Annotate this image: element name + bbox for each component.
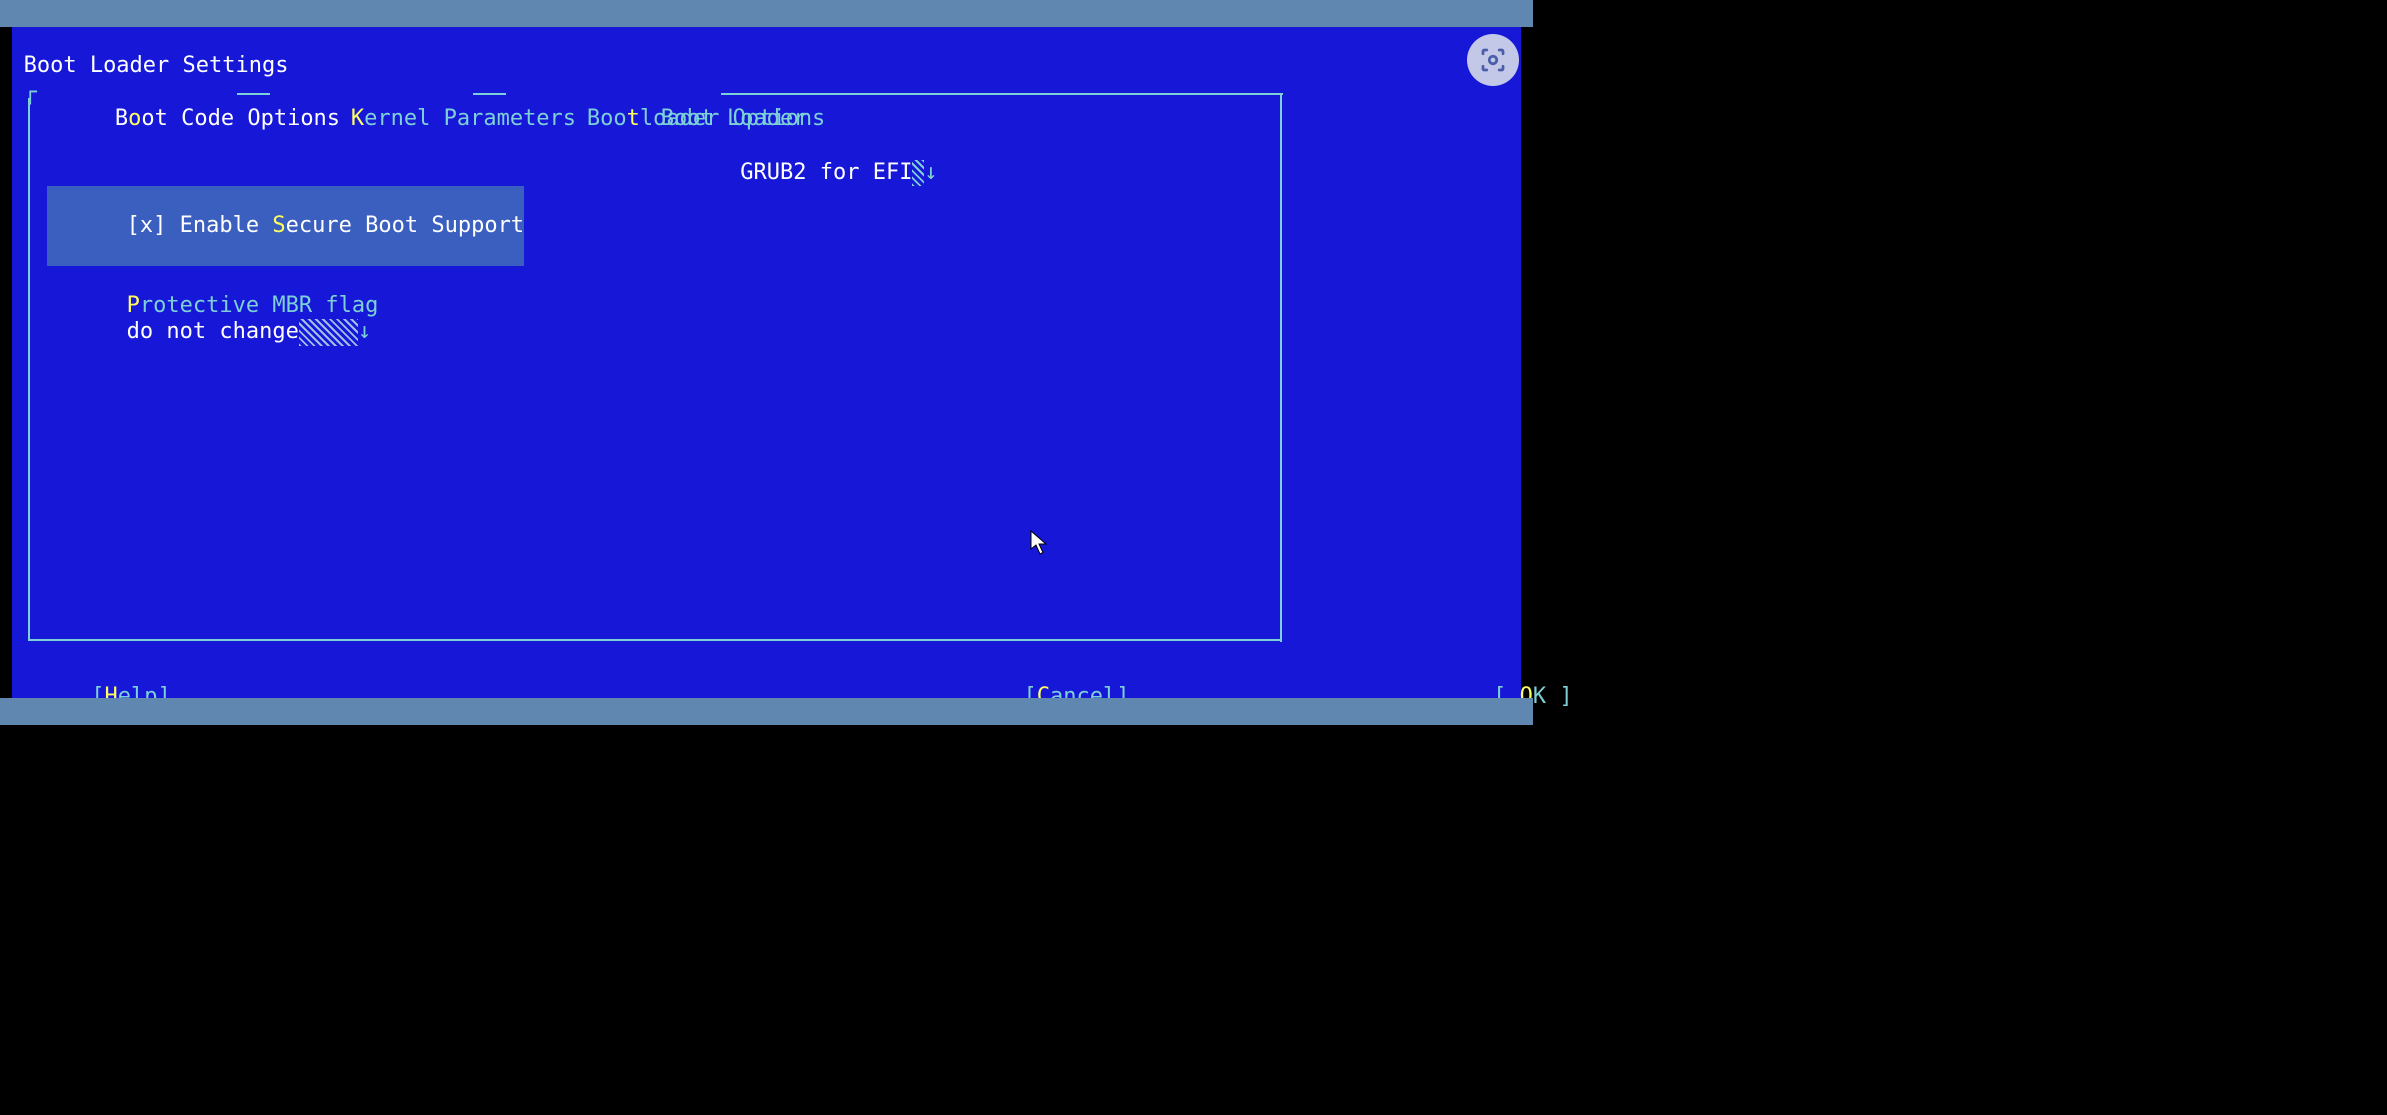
chevron-down-icon: ↓ [924, 160, 937, 185]
frame-right [1280, 94, 1282, 642]
chevron-down-icon: ↓ [358, 319, 371, 344]
fnlabel-ok: OK [358, 725, 385, 750]
screenshot-icon[interactable] [1467, 34, 1519, 86]
window-titlebar: YaST2 - bootloader @ susereprosecure [0, 0, 1533, 27]
fnlabel-cancel: Cancel [211, 725, 290, 750]
frame-left [28, 98, 30, 641]
main-panel: Boot Loader Settings ┌ Boot Code Options… [12, 27, 1521, 699]
frame-bottom [28, 639, 1282, 641]
terminal-screen: YaST2 - bootloader @ susereprosecure Boo… [0, 0, 1533, 725]
page-title: Boot Loader Settings [24, 53, 289, 80]
fnkey-f10[interactable]: F10 [305, 725, 345, 750]
tab-separator [237, 93, 270, 95]
dropdown-hatch [299, 319, 358, 346]
bootloader-select[interactable]: GRUB2 for EFI↓ [661, 133, 938, 213]
tab-separator [473, 93, 506, 95]
bootloader-label: Boot Loader [661, 106, 807, 133]
secure-boot-checkbox[interactable]: [x] Enable Secure Boot Support [47, 186, 524, 266]
function-key-bar: F1 HelpF9 CancelF10 OK [0, 698, 1533, 725]
mbr-flag-select[interactable]: do not change↓ [47, 293, 371, 373]
dropdown-hatch [912, 160, 924, 187]
frame-top [721, 93, 1283, 95]
fnkey-f1[interactable]: F1 [65, 725, 92, 750]
fnlabel-help: Help [105, 725, 158, 750]
fnkey-f9[interactable]: F9 [172, 725, 199, 750]
